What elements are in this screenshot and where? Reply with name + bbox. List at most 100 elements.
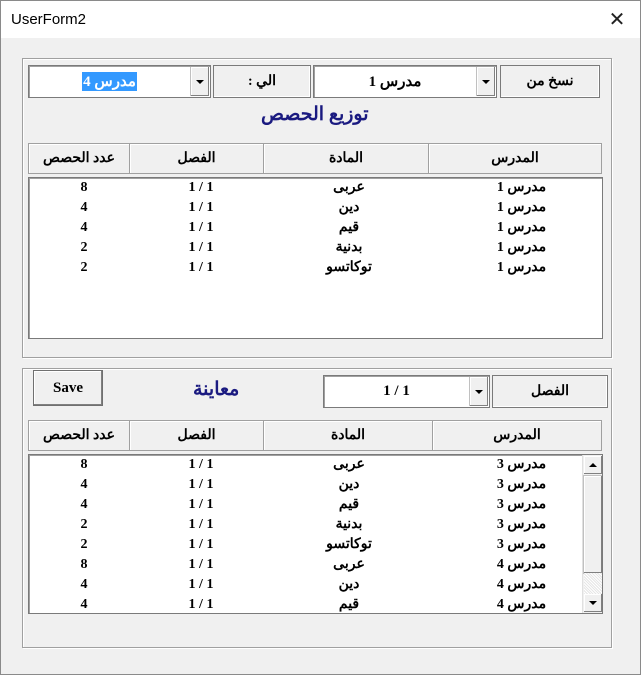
chevron-down-icon (589, 601, 597, 605)
cell-subject: عربى (333, 557, 365, 572)
scroll-track[interactable] (584, 573, 602, 594)
cell-teacher: مدرس 1 (496, 220, 547, 235)
column-header-count[interactable]: عدد الحصص (28, 420, 130, 451)
class-dropdown-button[interactable] (469, 377, 488, 406)
cell-teacher: مدرس 3 (496, 497, 547, 512)
preview-listbox[interactable]: مدرس 3 عربى 1 / 1 8 مدرس 3 دين 1 / 1 4 م… (28, 454, 603, 614)
table-row[interactable]: مدرس 3 دين 1 / 1 4 (29, 475, 584, 495)
cell-count: 8 (80, 180, 88, 195)
from-teacher-combo[interactable]: مدرس 1 (313, 65, 497, 98)
cell-teacher: مدرس 3 (496, 537, 547, 552)
column-header-subject[interactable]: المادة (263, 420, 433, 451)
preview-frame: الفصل 1 / 1 معاينة المدرس المادة الفصل ع… (22, 368, 612, 648)
cell-count: 4 (80, 597, 88, 612)
copy-frame: نسخ من مدرس 1 الي : مدرس 4 توزيع الحصص ا… (22, 58, 612, 358)
cell-count: 8 (80, 557, 88, 572)
cell-count: 2 (80, 260, 88, 275)
cell-teacher: مدرس 1 (496, 180, 547, 195)
chevron-down-icon (482, 79, 490, 84)
cell-count: 4 (80, 577, 88, 592)
cell-class: 1 / 1 (188, 597, 214, 612)
cell-count: 4 (80, 477, 88, 492)
cell-count: 2 (80, 240, 88, 255)
chevron-down-icon (196, 79, 204, 84)
scroll-thumb[interactable] (584, 476, 602, 573)
table-row[interactable]: مدرس 4 عربى 1 / 1 8 (29, 555, 584, 575)
cell-count: 2 (80, 517, 88, 532)
table-row[interactable]: مدرس 3 توكاتسو 1 / 1 2 (29, 535, 584, 555)
column-header-class[interactable]: الفصل (129, 420, 264, 451)
cell-teacher: مدرس 1 (496, 200, 547, 215)
close-button[interactable]: ✕ (594, 1, 640, 37)
cell-class: 1 / 1 (188, 477, 214, 492)
cell-subject: توكاتسو (326, 260, 372, 275)
to-teacher-value: مدرس 4 (82, 72, 137, 91)
window-title: UserForm2 (11, 11, 87, 28)
class-combo[interactable]: 1 / 1 (323, 375, 490, 408)
cell-teacher: مدرس 4 (496, 557, 547, 572)
cell-class: 1 / 1 (188, 220, 214, 235)
cell-teacher: مدرس 1 (496, 260, 547, 275)
table-row[interactable]: مدرس 1 دين 1 / 1 4 (29, 198, 602, 218)
column-header-subject[interactable]: المادة (263, 143, 429, 174)
chevron-down-icon (475, 389, 483, 394)
cell-count: 8 (80, 457, 88, 472)
table-row[interactable]: مدرس 1 بدنية 1 / 1 2 (29, 238, 602, 258)
cell-count: 4 (80, 497, 88, 512)
cell-subject: قيم (338, 597, 360, 612)
from-teacher-dropdown-button[interactable] (476, 67, 495, 96)
table-row[interactable]: مدرس 3 قيم 1 / 1 4 (29, 495, 584, 515)
distribution-listbox[interactable]: مدرس 1 عربى 1 / 1 8 مدرس 1 دين 1 / 1 4 م… (28, 177, 603, 339)
cell-class: 1 / 1 (188, 577, 214, 592)
cell-class: 1 / 1 (188, 537, 214, 552)
table-row[interactable]: مدرس 4 دين 1 / 1 4 (29, 575, 584, 595)
table-row[interactable]: مدرس 1 عربى 1 / 1 8 (29, 178, 602, 198)
cell-class: 1 / 1 (188, 260, 214, 275)
scroll-up-button[interactable] (584, 456, 602, 474)
column-header-teacher[interactable]: المدرس (428, 143, 602, 174)
cell-teacher: مدرس 3 (496, 477, 547, 492)
cell-subject: دين (338, 200, 360, 215)
table-row[interactable]: مدرس 1 توكاتسو 1 / 1 2 (29, 258, 602, 278)
table-row[interactable]: مدرس 3 بدنية 1 / 1 2 (29, 515, 584, 535)
cell-class: 1 / 1 (188, 457, 214, 472)
cell-count: 4 (80, 220, 88, 235)
cell-class: 1 / 1 (188, 497, 214, 512)
scroll-down-button[interactable] (584, 594, 602, 612)
title-bar: UserForm2 ✕ (1, 1, 640, 38)
to-teacher-dropdown-button[interactable] (190, 67, 209, 96)
table-row[interactable]: مدرس 1 قيم 1 / 1 4 (29, 218, 602, 238)
table-row[interactable]: مدرس 3 عربى 1 / 1 8 (29, 455, 584, 475)
cell-class: 1 / 1 (188, 557, 214, 572)
vertical-scrollbar[interactable] (582, 455, 602, 613)
cell-subject: توكاتسو (326, 537, 372, 552)
cell-subject: دين (338, 477, 360, 492)
cell-subject: بدنية (335, 517, 363, 532)
cell-class: 1 / 1 (188, 240, 214, 255)
cell-class: 1 / 1 (188, 200, 214, 215)
cell-teacher: مدرس 1 (496, 240, 547, 255)
save-button[interactable]: Save (33, 370, 103, 406)
distribution-heading: توزيع الحصص (261, 104, 369, 125)
cell-teacher: مدرس 3 (496, 517, 547, 532)
cell-subject: قيم (338, 220, 360, 235)
table-row[interactable]: مدرس 4 قيم 1 / 1 4 (29, 595, 584, 613)
class-label: الفصل (492, 375, 608, 408)
copy-from-label: نسخ من (500, 65, 600, 98)
close-icon: ✕ (608, 8, 626, 31)
cell-subject: دين (338, 577, 360, 592)
to-teacher-combo[interactable]: مدرس 4 (28, 65, 211, 98)
column-header-teacher[interactable]: المدرس (432, 420, 602, 451)
cell-subject: قيم (338, 497, 360, 512)
cell-subject: عربى (333, 180, 365, 195)
cell-teacher: مدرس 4 (496, 577, 547, 592)
cell-teacher: مدرس 4 (496, 597, 547, 612)
cell-class: 1 / 1 (188, 180, 214, 195)
cell-count: 4 (80, 200, 88, 215)
column-header-count[interactable]: عدد الحصص (28, 143, 130, 174)
cell-subject: عربى (333, 457, 365, 472)
column-header-class[interactable]: الفصل (129, 143, 264, 174)
userform-window: UserForm2 ✕ نسخ من مدرس 1 الي : مدرس 4 ت… (0, 0, 641, 675)
to-label: الي : (213, 65, 311, 98)
cell-class: 1 / 1 (188, 517, 214, 532)
